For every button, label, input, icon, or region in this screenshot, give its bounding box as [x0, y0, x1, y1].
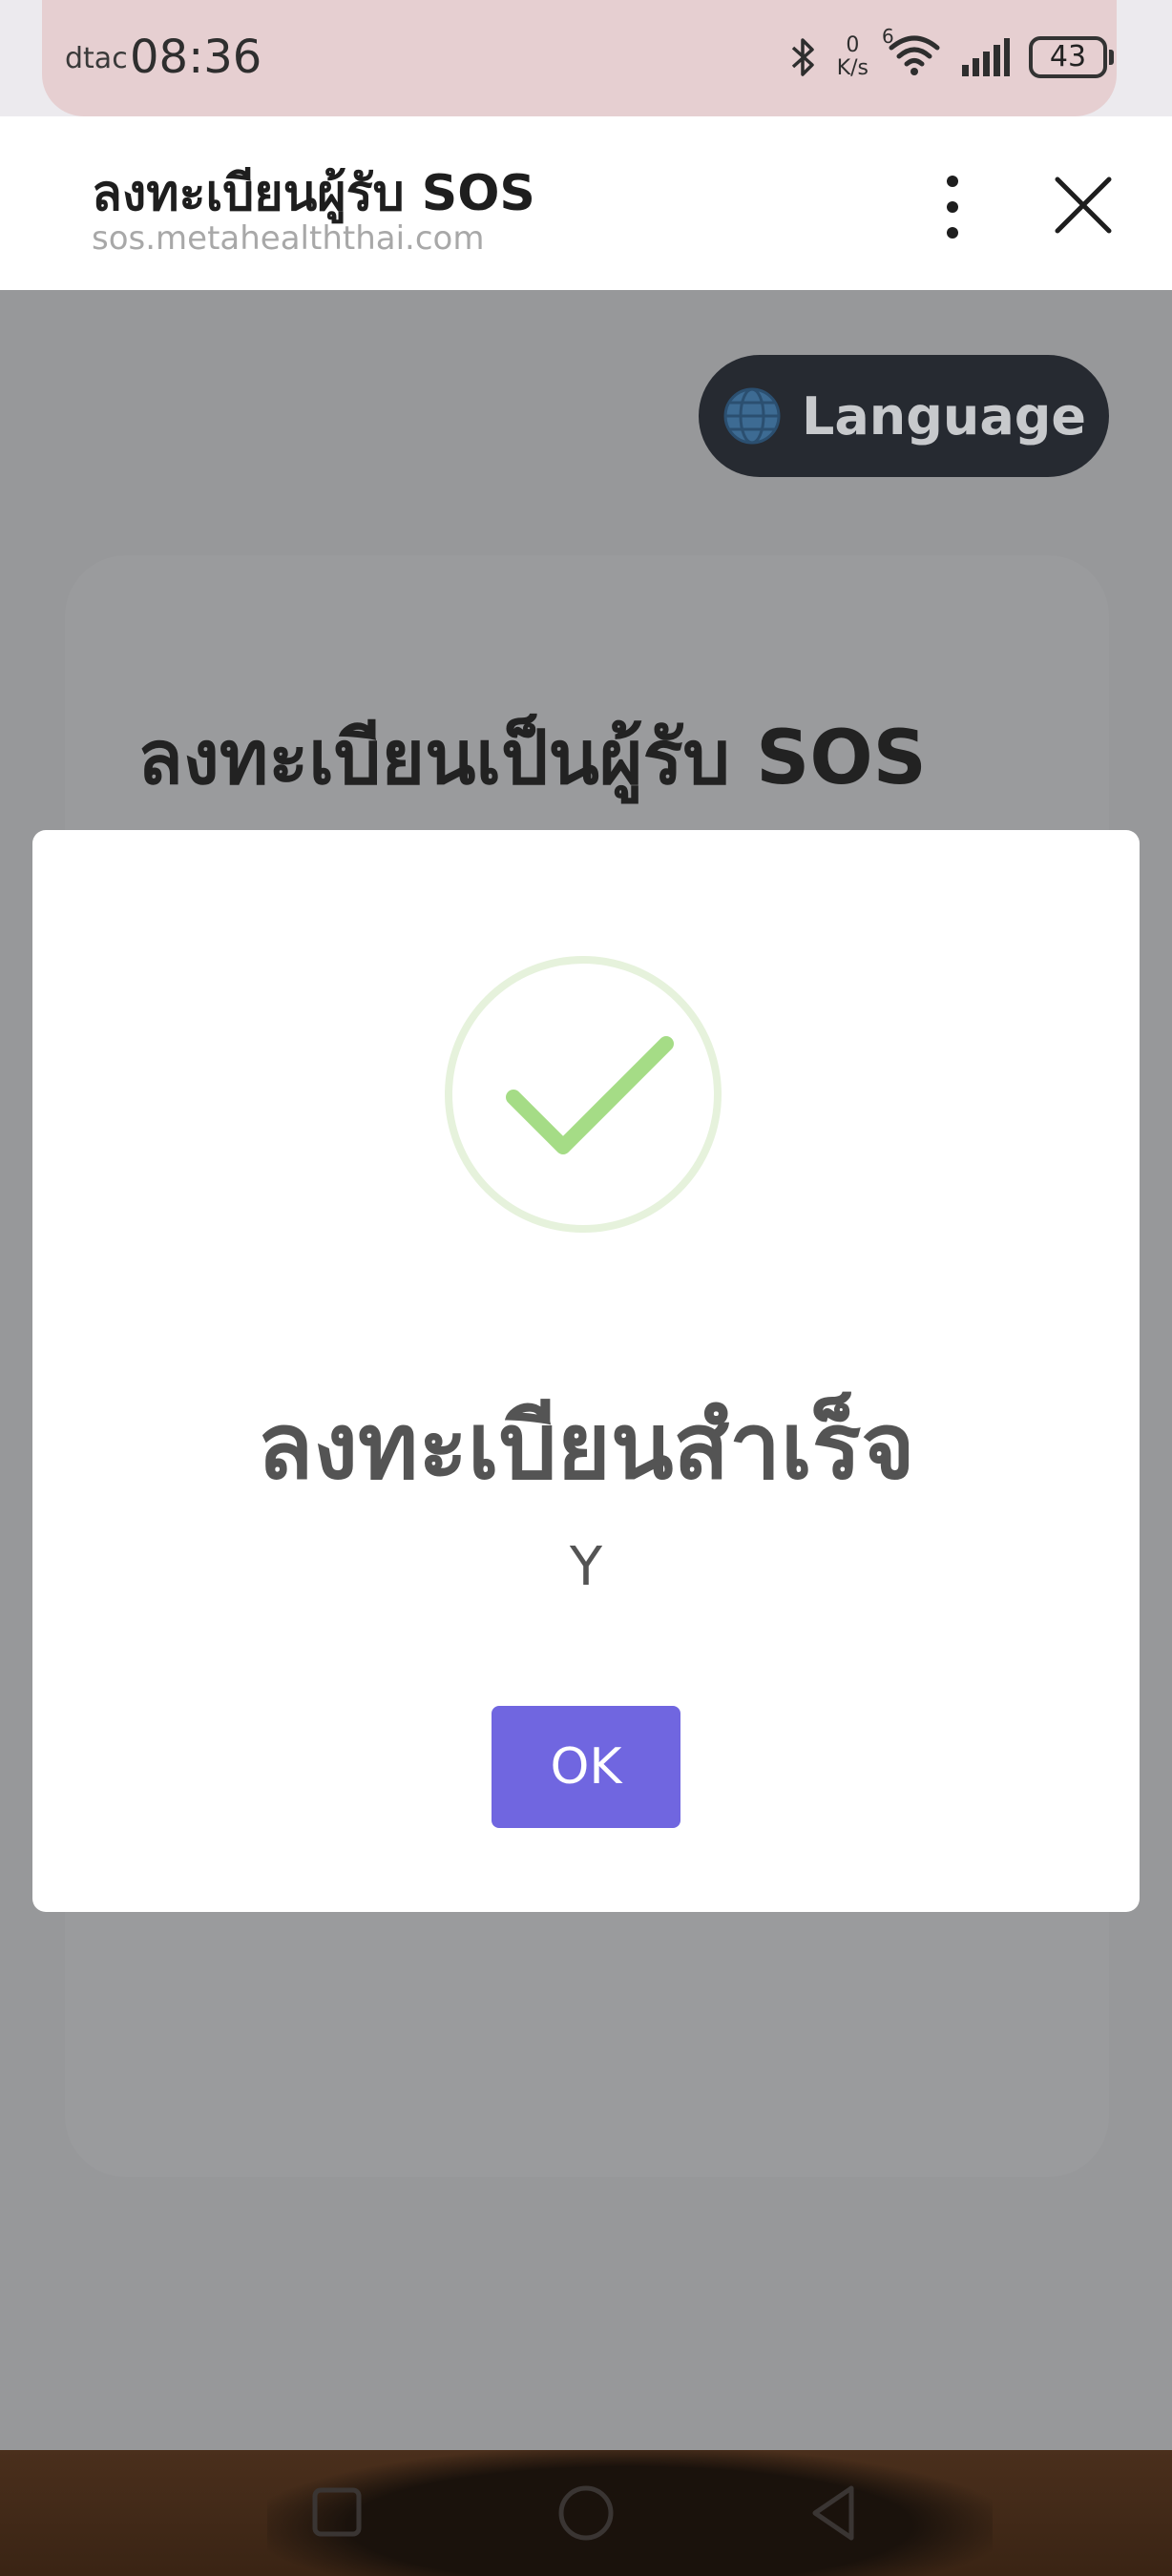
recent-apps-icon[interactable]	[300, 2475, 376, 2551]
check-icon	[506, 1036, 674, 1154]
home-icon[interactable]	[548, 2475, 624, 2551]
dialog-title: ลงทะเบียนสำเร็จ	[257, 1393, 915, 1500]
language-button-label: Language	[801, 385, 1087, 447]
wifi-label: 6	[882, 25, 894, 48]
status-clock: 08:36	[130, 31, 262, 84]
wallpaper-background	[267, 2450, 993, 2576]
status-bar: dtac 08:36 0 K/s 6 43	[0, 0, 1172, 116]
page-url[interactable]: sos.metahealththai.com	[92, 219, 484, 258]
language-button[interactable]: Language	[699, 355, 1109, 477]
network-speed-value: 0	[846, 33, 860, 57]
registration-card-title: ลงทะเบียนเป็นผู้รับ SOS	[137, 716, 927, 801]
globe-icon	[723, 387, 781, 445]
wifi-icon	[889, 35, 940, 75]
wifi-indicator: 6	[882, 25, 941, 80]
close-icon[interactable]	[1050, 172, 1117, 239]
status-icons: 0 K/s 6 43	[789, 25, 1114, 86]
signal-icon	[962, 38, 1010, 76]
ok-button[interactable]: OK	[492, 1706, 680, 1828]
system-nav-bar	[0, 2450, 1172, 2576]
browser-toolbar: ลงทะเบียนผู้รับ SOS sos.metahealththai.c…	[0, 116, 1172, 290]
dialog-message: Y	[569, 1536, 603, 1598]
bluetooth-icon	[791, 38, 814, 76]
carrier-name: dtac	[65, 42, 128, 75]
network-speed-unit: K/s	[836, 56, 869, 80]
battery-indicator: 43	[1029, 36, 1114, 78]
success-dialog: ลงทะเบียนสำเร็จ Y OK	[32, 830, 1140, 1912]
back-icon[interactable]	[796, 2475, 872, 2551]
network-speed: 0 K/s	[837, 34, 869, 80]
more-vertical-icon[interactable]	[926, 164, 979, 250]
